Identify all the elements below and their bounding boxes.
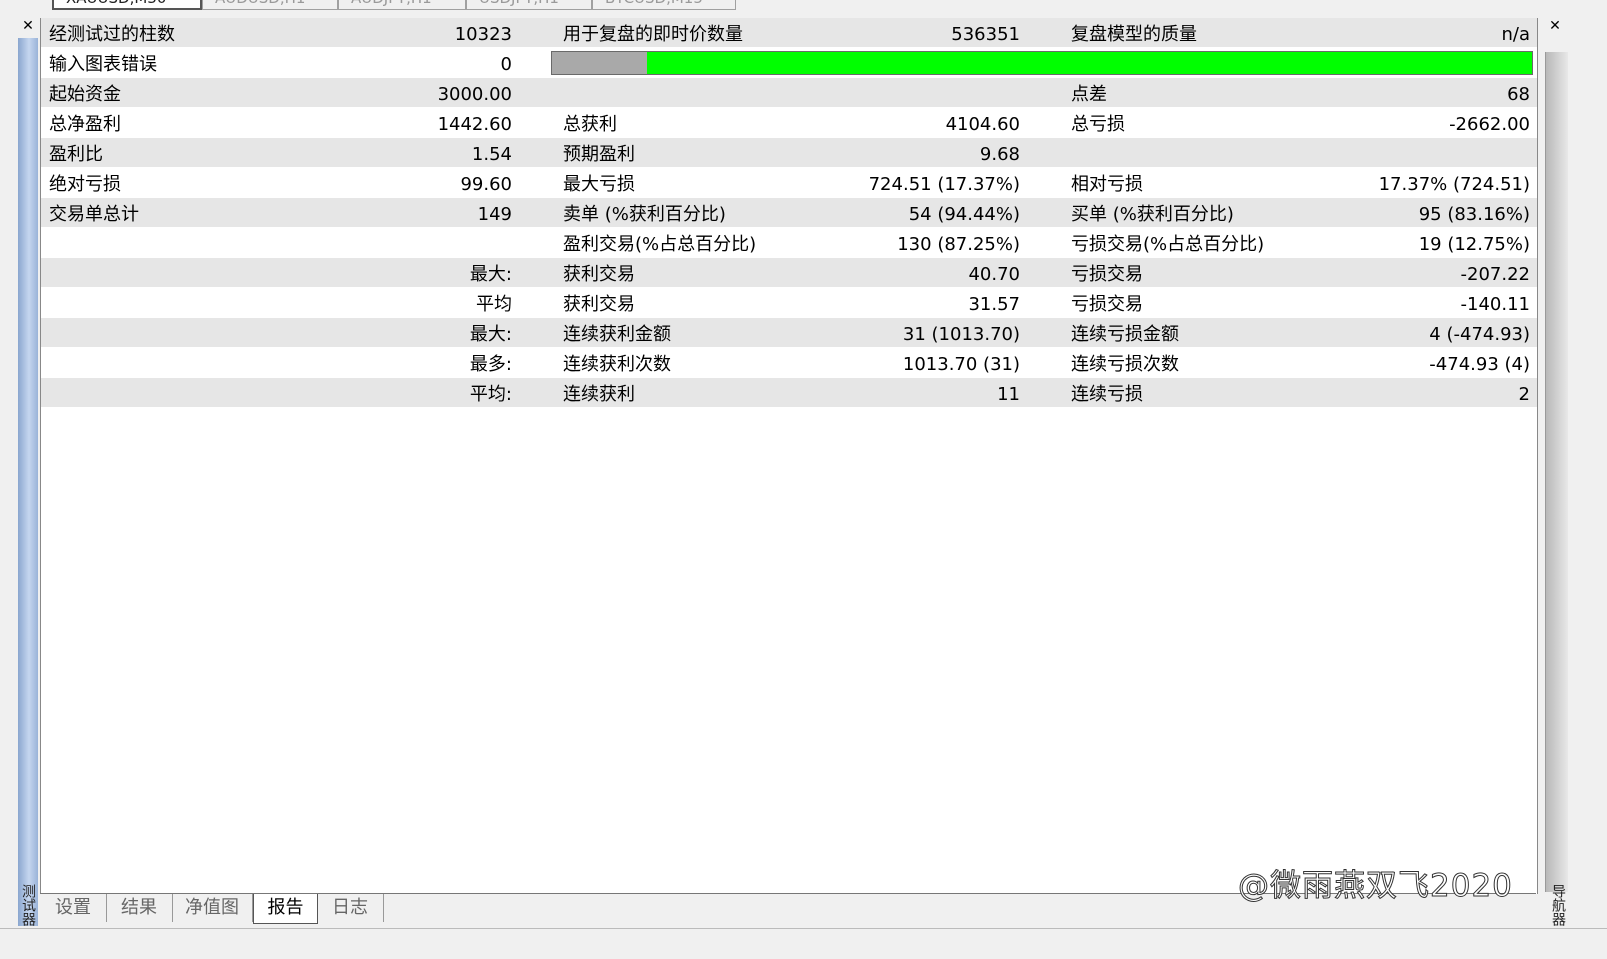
- report-row: 盈利比 1.54 预期盈利 9.68: [41, 138, 1537, 168]
- tab-results[interactable]: 结果: [106, 894, 173, 922]
- value-col3: 95 (83.16%): [1418, 204, 1530, 225]
- tab-journal[interactable]: 日志: [317, 894, 384, 922]
- report-row: 最多: 连续获利次数 1013.70 (31) 连续亏损次数 -474.93 (4): [41, 348, 1537, 378]
- chart-tab-5[interactable]: BTCUSD,M15: [592, 0, 736, 10]
- close-tester-icon[interactable]: ✕: [18, 18, 38, 34]
- watermark-text: @微雨燕双飞2020: [1238, 868, 1513, 905]
- tab-settings[interactable]: 设置: [40, 894, 107, 922]
- value-col1: 最大:: [469, 324, 512, 345]
- tester-panel-bar[interactable]: [18, 38, 38, 926]
- value-col2: 31.57: [968, 294, 1020, 315]
- value-col3: 17.37% (724.51): [1378, 174, 1530, 195]
- report-row: 绝对亏损 99.60 最大亏损 724.51 (17.37%) 相对亏损 17.37% (…: [41, 168, 1537, 198]
- value-col3: -2662.00: [1449, 114, 1530, 135]
- value-col3: 68: [1507, 84, 1530, 105]
- value-col3: -474.93 (4): [1429, 354, 1530, 375]
- value-col1: 10323: [454, 24, 512, 45]
- report-row: 最大: 连续获利金额 31 (1013.70) 连续亏损金额 4 (-474.93): [41, 318, 1537, 348]
- value-col3: [1063, 138, 1530, 167]
- value-col2: 40.70: [968, 264, 1020, 285]
- value-col2: 9.68: [979, 144, 1020, 165]
- report-row: 经测试过的柱数 10323 用于复盘的即时价数量 536351 复盘模型的质量 n/a: [41, 18, 1537, 48]
- tab-report[interactable]: 报告: [253, 894, 318, 924]
- close-navigator-icon[interactable]: ✕: [1545, 18, 1565, 34]
- value-col1: 1442.60: [437, 114, 512, 135]
- value-col1: 3000.00: [437, 84, 512, 105]
- value-col1: [41, 228, 512, 257]
- value-col2: 4104.60: [945, 114, 1020, 135]
- value-col2: 724.51 (17.37%): [868, 174, 1020, 195]
- report-row: 最大: 获利交易 40.70 亏损交易 -207.22: [41, 258, 1537, 288]
- chart-tab-3[interactable]: AUDJPY,H1: [338, 0, 466, 10]
- navigator-panel-bar[interactable]: [1545, 52, 1568, 892]
- value-col3: n/a: [1501, 24, 1530, 45]
- report-row: 起始资金 3000.00 点差 68: [41, 78, 1537, 108]
- report-row: 平均: 连续获利 11 连续亏损 2: [41, 378, 1537, 408]
- value-col2: 130 (87.25%): [897, 234, 1020, 255]
- value-col1: 平均:: [469, 384, 512, 405]
- value-col2: 54 (94.44%): [908, 204, 1020, 225]
- value-col3: 4 (-474.93): [1429, 324, 1530, 345]
- report-row: 交易单总计 149 卖单 (%获利百分比) 54 (94.44%) 买单 (%获利百分比…: [41, 198, 1537, 228]
- value-col2: [561, 78, 1020, 107]
- value-col3: 2: [1518, 384, 1530, 405]
- value-col3: -140.11: [1460, 294, 1530, 315]
- modelling-quality-bar: [551, 51, 1533, 75]
- value-col1: 最多:: [469, 354, 512, 375]
- report-row: 盈利交易(%占总百分比) 130 (87.25%) 亏损交易(%占总百分比) 19 (…: [41, 228, 1537, 258]
- chart-tab-4[interactable]: USDJPY,H1: [466, 0, 592, 10]
- status-bar: [0, 928, 1607, 959]
- report-row: 平均 获利交易 31.57 亏损交易 -140.11: [41, 288, 1537, 318]
- value-col3: 19 (12.75%): [1418, 234, 1530, 255]
- report-row: 输入图表错误 0: [41, 48, 1537, 78]
- value-col2: 536351: [951, 24, 1020, 45]
- value-col1: 149: [477, 204, 512, 225]
- report-row: 总净盈利 1442.60 总获利 4104.60 总亏损 -2662.00: [41, 108, 1537, 138]
- navigator-label: 导航器: [1550, 884, 1566, 926]
- chart-tabs: XAUUSD,M30 AUDUSD,H1 AUDJPY,H1 USDJPY,H1…: [40, 0, 1530, 12]
- value-col2: 31 (1013.70): [902, 324, 1020, 345]
- chart-tab-2[interactable]: AUDUSD,H1: [202, 0, 338, 10]
- value-col1: 最大:: [469, 264, 512, 285]
- value-col1: 平均: [476, 294, 512, 315]
- report-panel: 经测试过的柱数 10323 用于复盘的即时价数量 536351 复盘模型的质量 n/a 输入…: [40, 18, 1538, 894]
- chart-tab-1[interactable]: XAUUSD,M30: [52, 0, 202, 10]
- value-col2: 1013.70 (31): [902, 354, 1020, 375]
- value-col2: 11: [997, 384, 1020, 405]
- value-col1: 1.54: [471, 144, 512, 165]
- value-col1: 0: [500, 54, 512, 75]
- value-col1: 99.60: [460, 174, 512, 195]
- value-col3: -207.22: [1460, 264, 1530, 285]
- tester-label: 测试器: [20, 884, 36, 926]
- modelling-quality-gray-segment: [552, 52, 648, 74]
- tab-equity-graph[interactable]: 净值图: [172, 894, 253, 922]
- report-table: 经测试过的柱数 10323 用于复盘的即时价数量 536351 复盘模型的质量 n/a 输入…: [41, 18, 1537, 408]
